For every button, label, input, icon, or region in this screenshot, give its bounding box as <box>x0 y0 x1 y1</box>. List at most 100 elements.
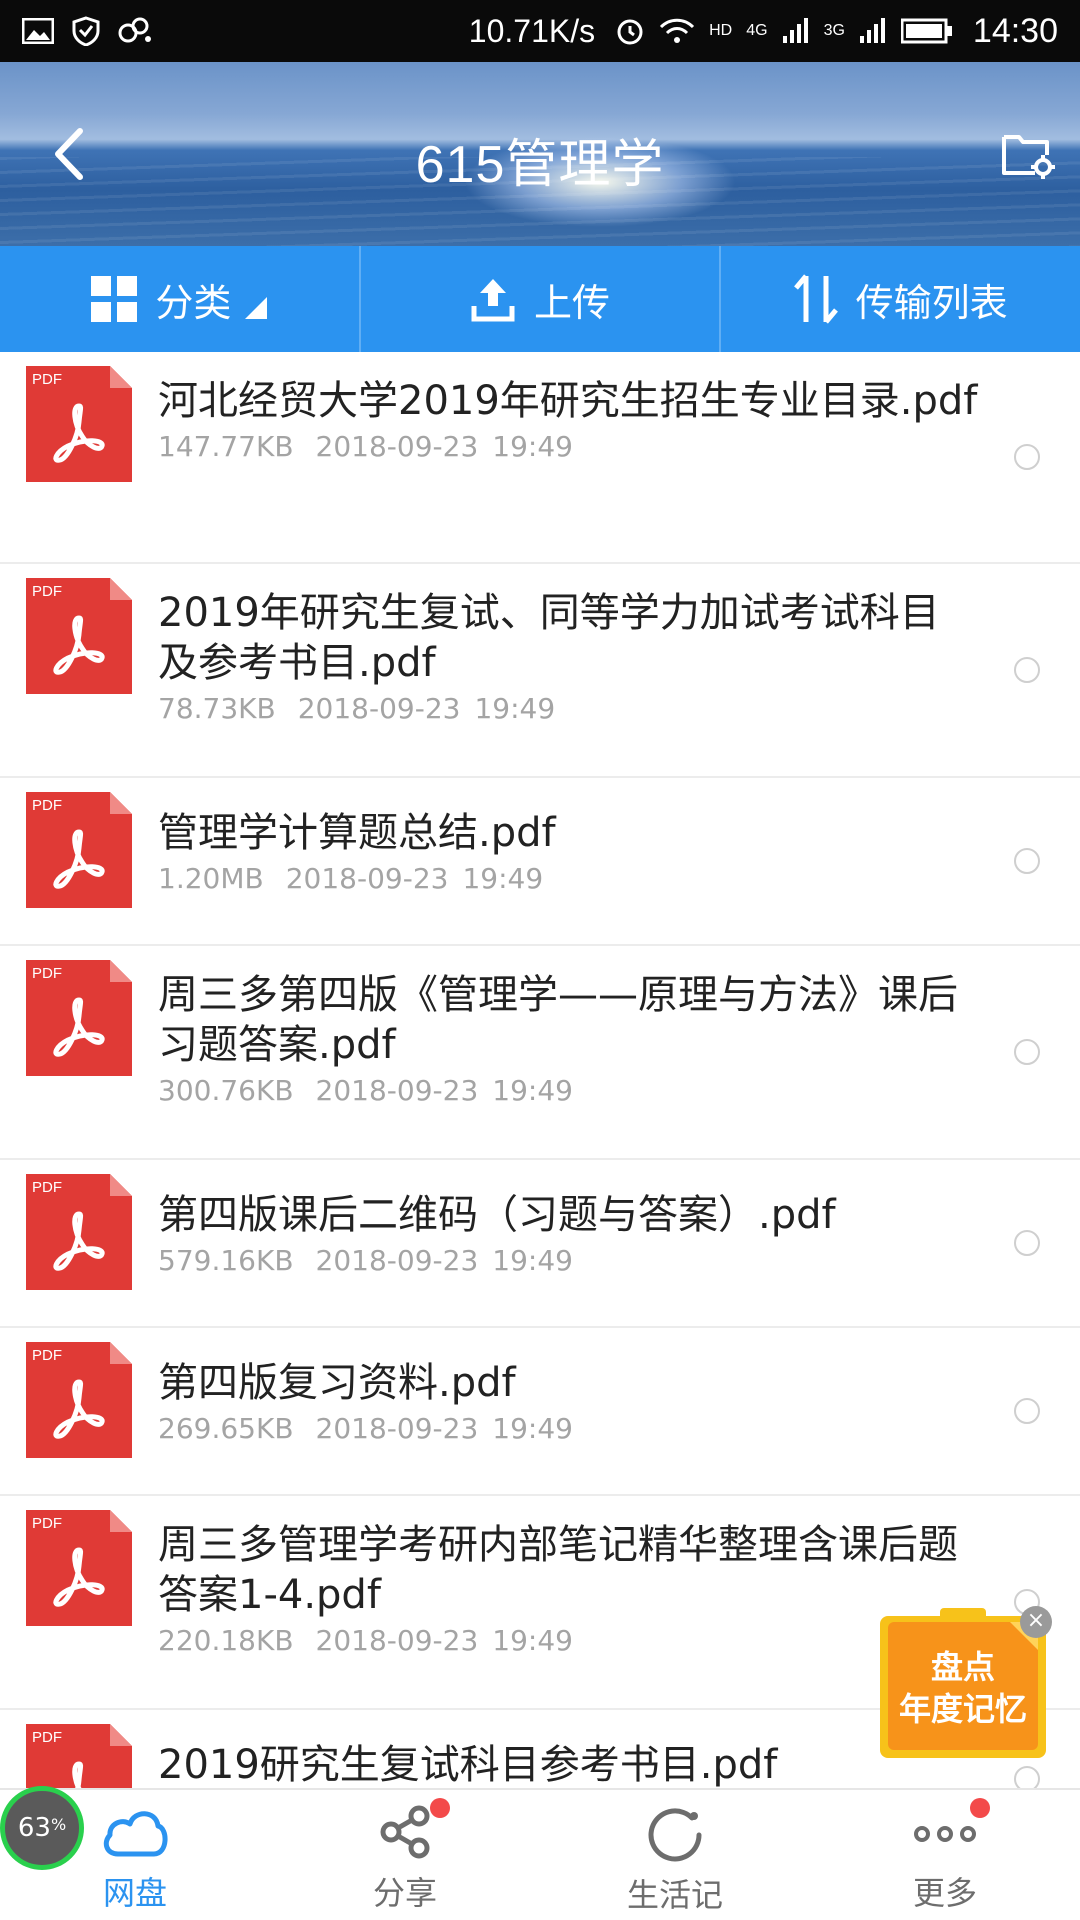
file-size: 300.76KB <box>158 1074 294 1107</box>
action-toolbar: 分类 上传 传输列表 <box>0 246 1080 352</box>
wifi-icon <box>660 18 695 43</box>
promo-text: 盘点 年度记忆 <box>880 1646 1046 1730</box>
nav-more[interactable]: 更多 <box>810 1790 1080 1920</box>
file-size: 1.20MB <box>158 862 264 895</box>
transfer-list-button[interactable]: 传输列表 <box>721 246 1080 352</box>
file-list[interactable]: PDF 河北经贸大学2019年研究生招生专业目录.pdf 147.77KB 2018-… <box>0 352 1080 1788</box>
memory-usage-badge[interactable]: 63% <box>0 1786 84 1870</box>
file-name: 2019年研究生复试、同等学力加试考试科目及参考书目.pdf <box>158 590 940 686</box>
file-date: 2018-09-23 <box>315 1244 479 1277</box>
file-row[interactable]: PDF 河北经贸大学2019年研究生招生专业目录.pdf 147.77KB 2018-… <box>0 352 1080 564</box>
pdf-file-icon: PDF <box>26 578 132 694</box>
file-name: 河北经贸大学2019年研究生招生专业目录.pdf <box>158 378 978 424</box>
pdf-file-icon: PDF <box>26 366 132 482</box>
transfer-list-label: 传输列表 <box>855 280 1008 325</box>
memory-usage-unit: % <box>50 1814 67 1834</box>
file-time: 19:49 <box>492 1074 573 1107</box>
gallery-icon <box>22 18 54 44</box>
promo-line-1: 盘点 <box>930 1648 995 1686</box>
select-radio[interactable] <box>1014 1398 1040 1424</box>
pdf-label: PDF <box>32 797 62 814</box>
status-bar: 10.71K/s HD 4G 3G 14:30 <box>0 0 1080 62</box>
nav-label: 网盘 <box>102 1874 167 1912</box>
select-radio[interactable] <box>1014 657 1040 683</box>
pdf-label: PDF <box>32 1347 62 1364</box>
file-name: 周三多第四版《管理学——原理与方法》课后习题答案.pdf <box>158 972 958 1068</box>
file-info: 管理学计算题总结.pdf 1.20MB 2018-09-23 19:49 <box>158 808 978 895</box>
file-info: 2019年研究生复试、同等学力加试考试科目及参考书目.pdf 78.73KB 201… <box>158 588 978 725</box>
battery-icon <box>900 18 952 44</box>
page-title: 615管理学 <box>415 136 665 194</box>
dropdown-caret-icon <box>245 297 268 319</box>
status-right: 10.71K/s HD 4G 3G 14:30 <box>469 12 1058 51</box>
nav-life-record[interactable]: 生活记 <box>540 1790 810 1920</box>
promo-line-2: 年度记忆 <box>898 1690 1027 1728</box>
category-button[interactable]: 分类 <box>0 246 361 352</box>
file-time: 19:49 <box>492 1412 573 1445</box>
memory-usage-value: 63 <box>17 1813 51 1843</box>
notification-dot <box>970 1798 990 1818</box>
file-date: 2018-09-23 <box>297 692 461 725</box>
folder-settings-icon <box>1002 135 1055 179</box>
folder-header: 615管理学 <box>0 62 1080 246</box>
file-size: 78.73KB <box>158 692 276 725</box>
file-time: 19:49 <box>492 1624 573 1657</box>
select-radio[interactable] <box>1014 1766 1040 1788</box>
pdf-file-icon: PDF <box>26 1174 132 1290</box>
pdf-label: PDF <box>32 583 62 600</box>
notification-dot <box>430 1798 450 1818</box>
nav-label: 分享 <box>372 1874 437 1912</box>
share-icon <box>380 1805 430 1859</box>
more-icon <box>914 1826 976 1842</box>
file-size: 147.77KB <box>158 430 294 463</box>
life-record-icon <box>648 1808 702 1862</box>
file-row[interactable]: PDF 第四版复习资料.pdf 269.65KB 2018-09-23 19:49 <box>0 1328 1080 1496</box>
file-meta: 1.20MB 2018-09-23 19:49 <box>158 862 978 895</box>
annual-memory-promo[interactable]: 盘点 年度记忆 <box>880 1608 1046 1758</box>
select-radio[interactable] <box>1014 1039 1040 1065</box>
file-meta: 300.76KB 2018-09-23 19:49 <box>158 1074 978 1107</box>
file-meta: 269.65KB 2018-09-23 19:49 <box>158 1412 978 1445</box>
file-size: 579.16KB <box>158 1244 294 1277</box>
pdf-label: PDF <box>32 1729 62 1746</box>
select-radio[interactable] <box>1014 848 1040 874</box>
file-info: 河北经贸大学2019年研究生招生专业目录.pdf 147.77KB 2018-09-… <box>158 376 978 463</box>
nav-label: 生活记 <box>626 1876 723 1914</box>
file-name: 2019研究生复试科目参考书目.pdf <box>158 1742 778 1788</box>
pdf-file-icon: PDF <box>26 792 132 908</box>
file-date: 2018-09-23 <box>315 1412 479 1445</box>
select-radio[interactable] <box>1014 444 1040 470</box>
select-radio[interactable] <box>1014 1230 1040 1256</box>
file-row[interactable]: PDF 第四版课后二维码（习题与答案）.pdf 579.16KB 2018-09-23… <box>0 1160 1080 1328</box>
file-meta: 78.73KB 2018-09-23 19:49 <box>158 692 978 725</box>
pdf-label: PDF <box>32 1515 62 1532</box>
file-name: 周三多管理学考研内部笔记精华整理含课后题答案1-4.pdf <box>158 1522 958 1618</box>
nav-label: 更多 <box>912 1874 977 1912</box>
upload-button[interactable]: 上传 <box>361 246 722 352</box>
file-date: 2018-09-23 <box>315 430 479 463</box>
file-info: 第四版复习资料.pdf 269.65KB 2018-09-23 19:49 <box>158 1358 978 1445</box>
file-date: 2018-09-23 <box>315 1624 479 1657</box>
transfer-arrows-icon <box>793 274 838 324</box>
file-size: 220.18KB <box>158 1624 294 1657</box>
pdf-file-icon: PDF <box>26 960 132 1076</box>
file-row[interactable]: PDF 2019年研究生复试、同等学力加试考试科目及参考书目.pdf 78.73KB… <box>0 564 1080 778</box>
file-name: 管理学计算题总结.pdf <box>158 810 556 856</box>
file-time: 19:49 <box>462 862 544 895</box>
file-row[interactable]: PDF 周三多第四版《管理学——原理与方法》课后习题答案.pdf 300.76KB 2… <box>0 946 1080 1160</box>
pdf-label: PDF <box>32 965 62 982</box>
link-icon <box>118 17 151 43</box>
file-meta: 220.18KB 2018-09-23 19:49 <box>158 1624 978 1657</box>
pdf-label: PDF <box>32 371 62 388</box>
file-time: 19:49 <box>492 1244 573 1277</box>
nav-share[interactable]: 分享 <box>270 1790 540 1920</box>
folder-settings-button[interactable] <box>998 124 1058 184</box>
upload-icon <box>471 279 515 322</box>
file-row[interactable]: PDF 管理学计算题总结.pdf 1.20MB 2018-09-23 19:49 <box>0 778 1080 946</box>
file-name: 第四版复习资料.pdf <box>158 1360 516 1406</box>
file-time: 19:49 <box>474 692 556 725</box>
network-type-2: 3G <box>823 22 845 39</box>
file-name: 第四版课后二维码（习题与答案）.pdf <box>158 1192 836 1238</box>
promo-close-button[interactable]: × <box>1020 1606 1052 1638</box>
network-type-1: 4G <box>746 22 768 39</box>
